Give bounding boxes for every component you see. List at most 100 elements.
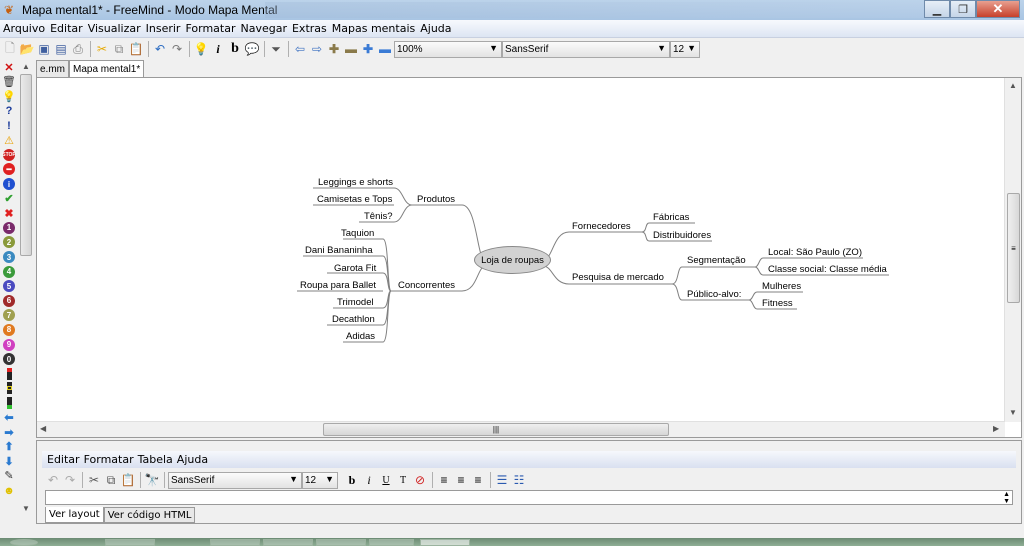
node-camisetas[interactable]: Camisetas e Tops [317, 194, 392, 205]
node-tenis[interactable]: Tênis? [364, 211, 393, 222]
text-color-icon[interactable]: T [395, 472, 411, 488]
redo-icon[interactable]: ↷ [169, 41, 185, 57]
smiley-icon[interactable]: ☻ [1, 483, 17, 498]
taskbar-item-active[interactable] [420, 539, 470, 546]
bold-icon[interactable]: b [227, 41, 243, 57]
print-icon[interactable]: ⎙ [70, 41, 86, 57]
zoom-in-icon[interactable]: ✚ [326, 41, 342, 57]
notes-font-combo[interactable]: SansSerif ▼ [168, 471, 302, 489]
menu-extras[interactable]: Extras [292, 22, 327, 35]
close-button[interactable]: ✕ [976, 0, 1020, 18]
menu-visualizar[interactable]: Visualizar [88, 22, 141, 35]
notes-menu-ajuda[interactable]: Ajuda [177, 453, 208, 466]
taskbar-item[interactable] [263, 539, 313, 546]
maximize-button[interactable]: ❐ [950, 0, 976, 18]
notes-menu-formatar[interactable]: Formatar [84, 453, 134, 466]
notes-menu-tabela[interactable]: Tabela [138, 453, 173, 466]
node-concorrentes[interactable]: Concorrentes [398, 280, 455, 291]
forward-icon[interactable]: ⇨ [309, 41, 325, 57]
collapse-icon[interactable]: ▬ [377, 41, 393, 57]
tab-ver-codigo-html[interactable]: Ver código HTML [103, 507, 196, 523]
mindmap-canvas[interactable]: Loja de roupas Leggings e shorts Camiset… [37, 78, 1005, 422]
back-icon[interactable]: ⇦ [292, 41, 308, 57]
save-as-icon[interactable]: ▤ [53, 41, 69, 57]
font-combo[interactable]: SansSerif ▼ [502, 40, 670, 58]
scroll-left-icon[interactable]: ◀ [40, 424, 46, 433]
minimize-button[interactable]: ▁ [924, 0, 950, 18]
notes-menu-editar[interactable]: Editar [47, 453, 80, 466]
taskbar-item[interactable] [210, 539, 260, 546]
bullet-list-icon[interactable]: ☰ [494, 472, 510, 488]
notes-size-combo[interactable]: 12 ▼ [302, 471, 338, 489]
check-icon[interactable]: ✔ [1, 191, 17, 206]
font-size-combo[interactable]: 12 ▼ [670, 40, 700, 58]
underline-icon[interactable]: U [378, 472, 394, 488]
align-center-icon[interactable]: ≡ [453, 472, 469, 488]
clear-format-icon[interactable]: ⊘ [412, 472, 428, 488]
taskbar-item[interactable] [369, 539, 414, 546]
taskbar-item[interactable] [316, 539, 366, 546]
warning-icon[interactable]: ⚠ [1, 133, 17, 148]
notes-text-input[interactable]: ▲ ▼ [45, 490, 1013, 505]
scroll-right-icon[interactable]: ▶ [993, 424, 999, 433]
traffic-light-red-icon[interactable] [1, 366, 17, 381]
node-fornecedores[interactable]: Fornecedores [572, 221, 631, 232]
priority-2-icon[interactable]: 2 [1, 235, 17, 250]
paste-icon[interactable]: 📋 [120, 472, 136, 488]
node-trimodel[interactable]: Trimodel [337, 297, 374, 308]
open-icon[interactable]: 📂 [19, 41, 35, 57]
spinner-icon[interactable]: ▲ ▼ [1003, 491, 1010, 505]
menu-formatar[interactable]: Formatar [185, 22, 235, 35]
italic-icon[interactable]: i [210, 41, 226, 57]
node-distribuidores[interactable]: Distribuidores [653, 230, 711, 241]
traffic-light-yellow-icon[interactable] [1, 381, 17, 396]
priority-5-icon[interactable]: 5 [1, 279, 17, 294]
node-decathlon[interactable]: Decathlon [332, 314, 375, 325]
node-leggings[interactable]: Leggings e shorts [318, 177, 393, 188]
node-roupa-para-ballet[interactable]: Roupa para Ballet [300, 280, 376, 291]
traffic-light-green-icon[interactable] [1, 396, 17, 411]
undo-icon[interactable]: ↶ [45, 472, 61, 488]
node-fabricas[interactable]: Fábricas [653, 212, 689, 223]
menu-editar[interactable]: Editar [50, 22, 83, 35]
cloud-icon[interactable]: 💬 [244, 41, 260, 57]
node-taquion[interactable]: Taquion [341, 228, 374, 239]
paste-icon[interactable]: 📋 [128, 41, 144, 57]
scroll-down-icon[interactable]: ▼ [22, 504, 30, 513]
scroll-down-icon[interactable]: ▼ [1009, 408, 1017, 417]
arrow-left-icon[interactable]: ⬅ [1, 410, 17, 425]
cut-icon[interactable]: ✂ [86, 472, 102, 488]
node-classe-social[interactable]: Classe social: Classe média [768, 264, 887, 275]
node-adidas[interactable]: Adidas [346, 331, 375, 342]
stop-icon[interactable]: STOP [1, 148, 17, 163]
new-icon[interactable]: 🗋 [2, 41, 18, 57]
root-node[interactable]: Loja de roupas [474, 246, 551, 274]
cross-icon[interactable]: ✖ [1, 206, 17, 221]
filter-icon[interactable]: ⏷ [268, 41, 284, 57]
italic-icon[interactable]: i [361, 472, 377, 488]
priority-0-icon[interactable]: 0 [1, 352, 17, 367]
node-fitness[interactable]: Fitness [762, 298, 793, 309]
undo-icon[interactable]: ↶ [152, 41, 168, 57]
node-segmentacao[interactable]: Segmentação [687, 255, 746, 266]
priority-3-icon[interactable]: 3 [1, 250, 17, 265]
menu-inserir[interactable]: Inserir [146, 22, 181, 35]
priority-7-icon[interactable]: 7 [1, 308, 17, 323]
node-mulheres[interactable]: Mulheres [762, 281, 801, 292]
no-entry-icon[interactable]: ━ [1, 162, 17, 177]
zoom-combo[interactable]: 100% ▼ [394, 40, 502, 58]
align-right-icon[interactable]: ≡ [470, 472, 486, 488]
remove-icon-x[interactable]: ✕ [1, 60, 17, 75]
menu-mapas-mentais[interactable]: Mapas mentais [332, 22, 415, 35]
node-garota-fit[interactable]: Garota Fit [334, 263, 376, 274]
arrow-down-icon[interactable]: ⬇ [1, 454, 17, 469]
scrollbar-thumb[interactable]: ||| [323, 423, 669, 436]
canvas-vertical-scrollbar[interactable]: ▲ ≡ ▼ [1004, 78, 1021, 422]
priority-4-icon[interactable]: 4 [1, 264, 17, 279]
menu-arquivo[interactable]: Arquivo [3, 22, 45, 35]
find-binoculars-icon[interactable]: 🔭 [144, 472, 160, 488]
question-icon[interactable]: ? [1, 104, 17, 119]
pencil-icon[interactable]: ✎ [1, 469, 17, 484]
priority-8-icon[interactable]: 8 [1, 323, 17, 338]
canvas-horizontal-scrollbar[interactable]: ◀ ||| ▶ [37, 421, 1005, 437]
